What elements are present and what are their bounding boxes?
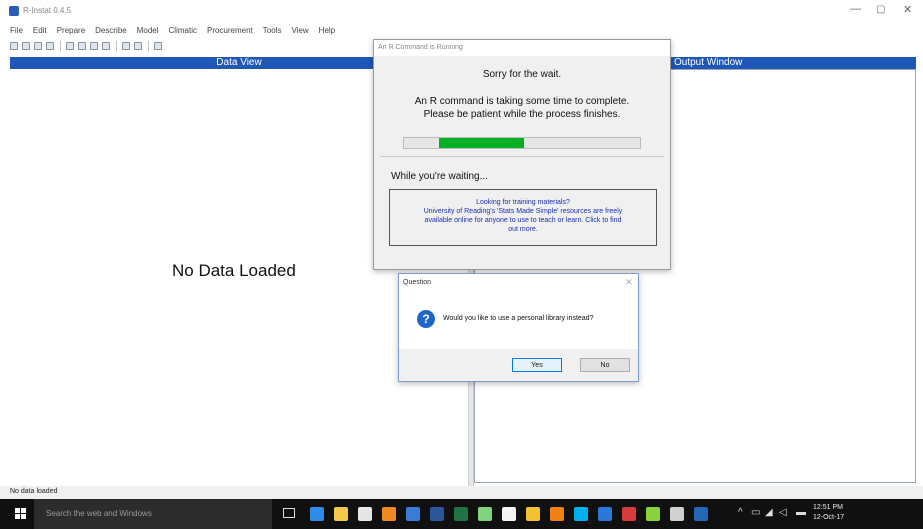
divider xyxy=(380,156,664,157)
r-dialog-message-2: Please be patient while the process fini… xyxy=(423,109,621,120)
menu-help[interactable]: Help xyxy=(319,26,335,38)
network-icon[interactable]: ▭ xyxy=(751,507,760,518)
title-bar xyxy=(0,0,923,22)
tray-chevron-icon[interactable]: ^ xyxy=(738,507,743,518)
store-icon[interactable] xyxy=(358,507,372,521)
r-icon[interactable] xyxy=(694,507,708,521)
notification-icon[interactable]: ▬ xyxy=(796,507,806,518)
toolbar-separator xyxy=(116,41,117,51)
edge-icon[interactable] xyxy=(310,507,324,521)
photos-icon[interactable] xyxy=(670,507,684,521)
r-dialog-title: An R Command is Running xyxy=(374,40,670,56)
r-dialog-message: An R command is taking some time to comp… xyxy=(414,96,630,107)
question-dialog: Question ✕ ? Would you like to use a per… xyxy=(398,273,639,382)
output-icon[interactable] xyxy=(102,42,110,50)
windows-start-icon[interactable] xyxy=(15,508,27,520)
status-bar xyxy=(0,486,923,499)
help-icon[interactable] xyxy=(154,42,162,50)
maximize-icon[interactable]: ▢ xyxy=(876,4,885,15)
output-window-title: Output Window xyxy=(674,57,743,68)
search-placeholder: Search the web and Windows xyxy=(46,509,152,518)
menu-describe[interactable]: Describe xyxy=(95,26,127,38)
training-link-line: Looking for training materials? xyxy=(476,199,570,206)
menu-procurement[interactable]: Procurement xyxy=(207,26,253,38)
paste-icon[interactable] xyxy=(90,42,98,50)
task-view-icon[interactable] xyxy=(283,508,295,518)
progress-bar xyxy=(403,137,641,149)
taskbar: Search the web and Windows ^ ▭ ◢ ◁ ▬ 12:… xyxy=(0,499,923,529)
question-dialog-body: ? Would you like to use a personal libra… xyxy=(399,291,638,349)
no-button[interactable]: No xyxy=(580,358,630,372)
window-title: R-Instat 0.4.5 xyxy=(23,6,72,15)
menu-file[interactable]: File xyxy=(10,26,23,38)
notepad-icon[interactable] xyxy=(502,507,516,521)
excel-icon[interactable] xyxy=(454,507,468,521)
yes-button[interactable]: Yes xyxy=(512,358,562,372)
menu-edit[interactable]: Edit xyxy=(33,26,47,38)
skype-icon[interactable] xyxy=(574,507,588,521)
clock-date[interactable]: 12-Oct-17 xyxy=(813,514,844,521)
wifi-icon[interactable]: ◢ xyxy=(765,507,773,518)
cut-icon[interactable] xyxy=(66,42,74,50)
file-explorer-icon[interactable] xyxy=(334,507,348,521)
menu-view[interactable]: View xyxy=(291,26,308,38)
toolbar-separator xyxy=(60,41,61,51)
app-lime-icon[interactable] xyxy=(646,507,660,521)
vlc-icon[interactable] xyxy=(550,507,564,521)
taskbar-search-box[interactable]: Search the web and Windows xyxy=(34,499,272,529)
close-icon[interactable]: ✕ xyxy=(625,277,633,288)
r-dialog-apology: Sorry for the wait. xyxy=(482,69,562,80)
status-text: No data loaded xyxy=(10,488,58,495)
app-red-icon[interactable] xyxy=(622,507,636,521)
close-icon[interactable]: ✕ xyxy=(903,3,912,16)
r-command-dialog: An R Command is Running Sorry for the wa… xyxy=(373,39,671,270)
waiting-label: While you're waiting... xyxy=(391,171,488,182)
menu-model[interactable]: Model xyxy=(137,26,159,38)
volume-icon[interactable]: ◁ xyxy=(779,507,787,518)
minimize-icon[interactable]: — xyxy=(850,3,861,15)
open-icon[interactable] xyxy=(22,42,30,50)
no-data-message: No Data Loaded xyxy=(172,261,296,280)
question-text: Would you like to use a personal library… xyxy=(443,315,594,322)
grid-icon[interactable] xyxy=(122,42,130,50)
toolbar xyxy=(10,40,166,52)
app-blue-icon[interactable] xyxy=(598,507,612,521)
save-icon[interactable] xyxy=(34,42,42,50)
app-green-icon[interactable] xyxy=(478,507,492,521)
clock-time[interactable]: 12:51 PM xyxy=(813,504,843,511)
chrome-icon[interactable] xyxy=(406,507,420,521)
copy-icon[interactable] xyxy=(78,42,86,50)
app-yellow-icon[interactable] xyxy=(526,507,540,521)
word-icon[interactable] xyxy=(430,507,444,521)
menu-climatic[interactable]: Climatic xyxy=(169,26,197,38)
menu-tools[interactable]: Tools xyxy=(263,26,282,38)
question-dialog-title: Question xyxy=(403,279,432,286)
toolbar-separator xyxy=(148,41,149,51)
app-icon xyxy=(9,6,19,16)
menu-prepare[interactable]: Prepare xyxy=(57,26,85,38)
dropdown-icon[interactable] xyxy=(134,42,142,50)
progress-bar-fill xyxy=(439,138,524,148)
print-icon[interactable] xyxy=(46,42,54,50)
new-icon[interactable] xyxy=(10,42,18,50)
firefox-icon[interactable] xyxy=(382,507,396,521)
training-link-line: out more. xyxy=(508,226,538,233)
training-link-line: University of Reading's 'Stats Made Simp… xyxy=(423,208,623,215)
question-icon: ? xyxy=(417,310,435,328)
menu-bar: File Edit Prepare Describe Model Climati… xyxy=(10,26,345,38)
question-dialog-title-bar: Question ✕ xyxy=(399,274,638,291)
training-materials-link[interactable]: Looking for training materials? Universi… xyxy=(389,189,657,246)
training-link-line: available online for anyone to use to te… xyxy=(424,217,622,224)
